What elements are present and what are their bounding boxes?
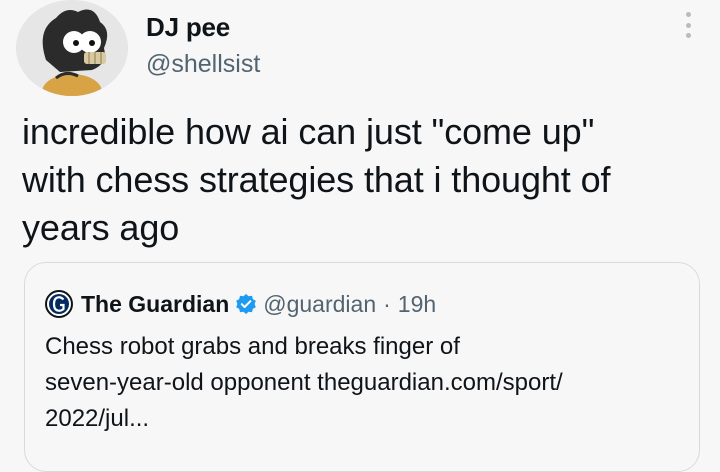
quoted-text-line[interactable]: 2022/jul... xyxy=(45,401,685,437)
quoted-author-handle[interactable]: @guardian xyxy=(263,291,376,318)
cartoon-character-avatar-icon xyxy=(16,0,128,96)
tweet-text-line: with chess strategies that i thought of xyxy=(22,159,611,200)
author-handle[interactable]: @shellsist xyxy=(146,50,260,79)
quoted-tweet-header: The Guardian @guardian · 19h xyxy=(45,289,436,319)
dot-separator: · xyxy=(383,290,391,317)
tweet: DJ pee @shellsist incredible how ai can … xyxy=(0,0,720,472)
quoted-author-name[interactable]: The Guardian xyxy=(81,291,229,318)
quoted-text-line: Chess robot grabs and breaks finger of xyxy=(45,333,460,360)
tweet-text: incredible how ai can just "come up" wit… xyxy=(22,108,712,252)
quoted-tweet-card[interactable]: The Guardian @guardian · 19h Chess robot… xyxy=(24,262,700,472)
more-options-button[interactable] xyxy=(678,10,698,40)
more-options-vertical-dots-icon xyxy=(685,12,691,17)
tweet-text-line: incredible how ai can just "come up" xyxy=(22,111,595,152)
verified-badge-icon xyxy=(236,294,257,314)
avatar[interactable] xyxy=(16,0,128,96)
author-name[interactable]: DJ pee xyxy=(146,12,230,43)
quoted-text-line[interactable]: seven-year-old opponent theguardian.com/… xyxy=(45,365,685,401)
more-dot xyxy=(685,22,691,28)
quoted-tweet-timestamp[interactable]: 19h xyxy=(398,291,436,318)
guardian-logo-icon[interactable] xyxy=(45,290,73,318)
quoted-tweet-text: Chess robot grabs and breaks finger of s… xyxy=(45,329,685,437)
tweet-text-line: years ago xyxy=(22,207,180,248)
more-dot xyxy=(685,33,691,38)
